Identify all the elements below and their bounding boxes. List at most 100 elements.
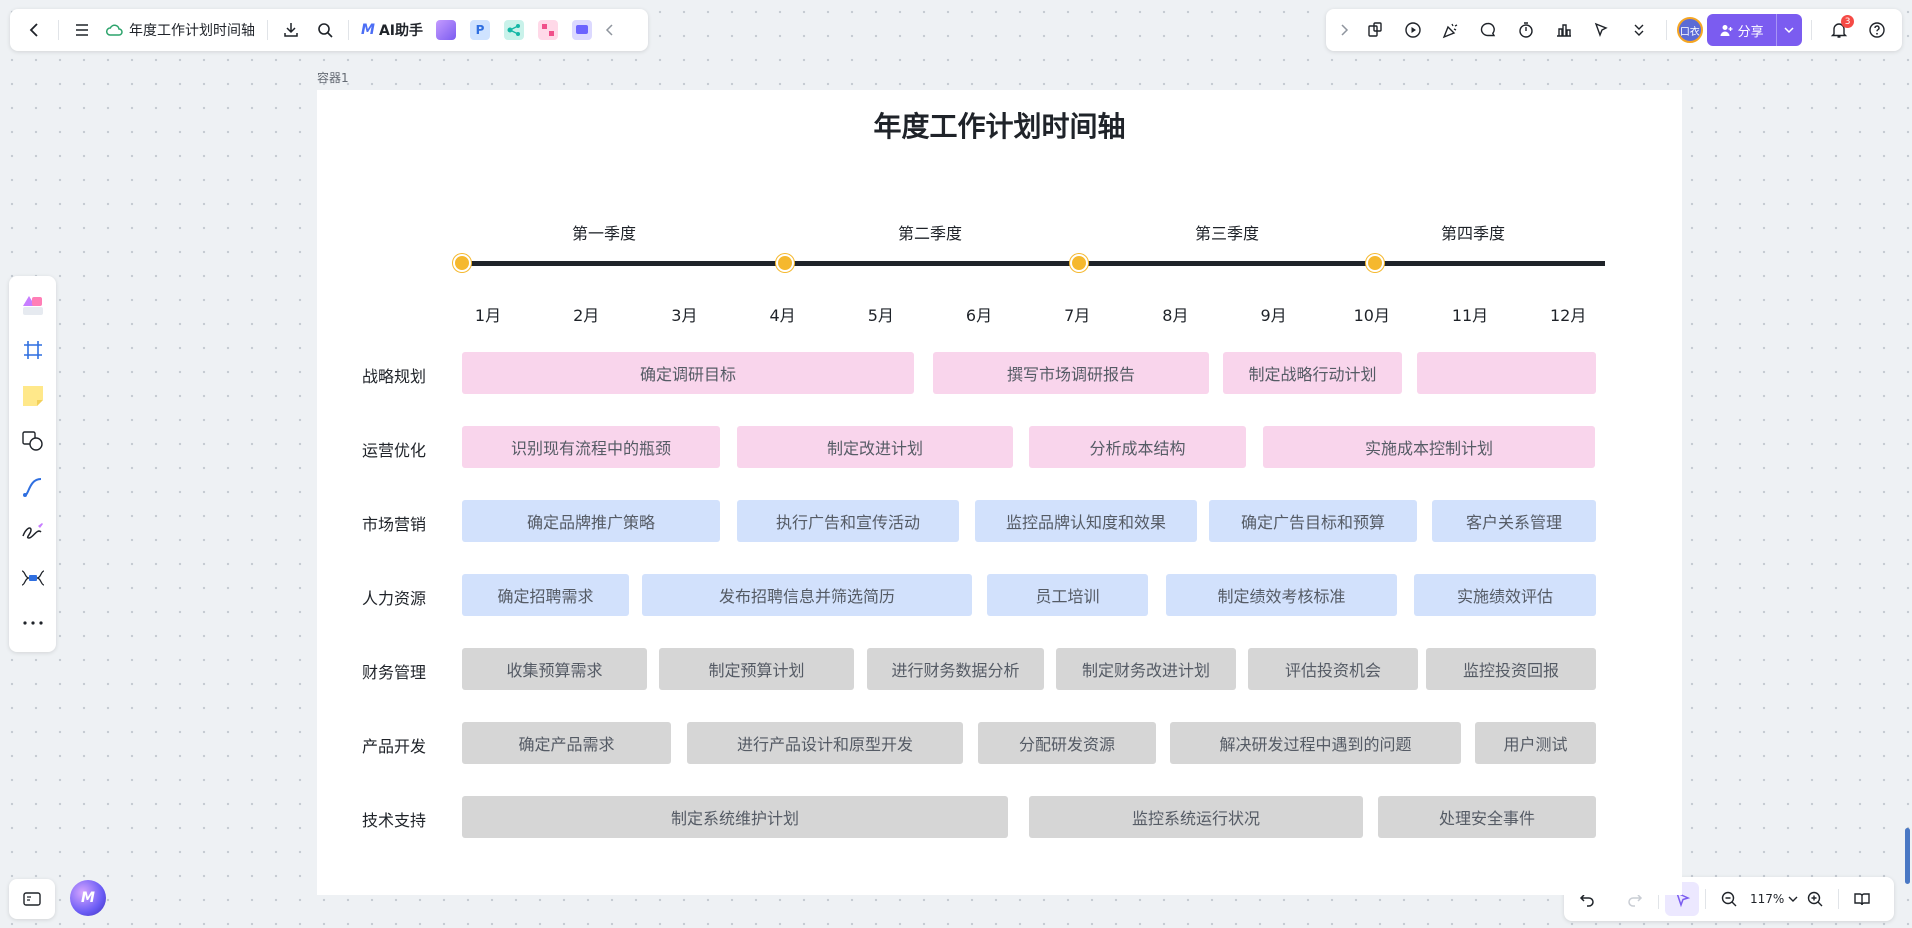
zoom-out-button[interactable] — [1712, 882, 1746, 916]
task-bar[interactable]: 员工培训 — [987, 574, 1148, 616]
task-bar[interactable]: 确定产品需求 — [462, 722, 671, 764]
month-label[interactable]: 8月 — [1162, 302, 1188, 326]
month-label[interactable]: 1月 — [475, 302, 501, 326]
row-label[interactable]: 产品开发 — [362, 733, 426, 757]
month-label[interactable]: 3月 — [671, 302, 697, 326]
task-bar[interactable]: 评估投资机会 — [1248, 648, 1418, 690]
task-bar[interactable]: 分配研发资源 — [978, 722, 1156, 764]
container-frame[interactable]: 年度工作计划时间轴 第一季度 第二季度 第三季度 第四季度 1月 2月 3月 4月 5月 6月 7月… — [317, 90, 1682, 895]
quarter-label[interactable]: 第二季度 — [898, 220, 962, 244]
row-label[interactable]: 技术支持 — [362, 807, 426, 831]
present-button[interactable] — [1396, 13, 1430, 47]
timer-button[interactable] — [1509, 13, 1543, 47]
flowchart-app-icon[interactable] — [537, 20, 558, 40]
task-bar[interactable]: 用户测试 — [1475, 722, 1596, 764]
task-bar[interactable]: 监控投资回报 — [1426, 648, 1596, 690]
shape-tool-button[interactable] — [14, 422, 52, 460]
help-button[interactable] — [1860, 13, 1894, 47]
expand-toolbar-button[interactable] — [1334, 13, 1354, 47]
minimap-button[interactable] — [15, 882, 49, 916]
more-tools-palette-button[interactable] — [14, 604, 52, 642]
sticky-note-button[interactable] — [14, 377, 52, 415]
celebrate-button[interactable] — [1433, 13, 1467, 47]
task-bar[interactable]: 监控品牌认知度和效果 — [975, 500, 1197, 542]
row-label[interactable]: 战略规划 — [362, 363, 426, 387]
connector-tool-button[interactable] — [14, 468, 52, 506]
collapse-toolbar-button[interactable] — [599, 13, 621, 47]
task-bar[interactable]: 执行广告和宣传活动 — [737, 500, 959, 542]
menu-button[interactable] — [65, 13, 99, 47]
task-bar[interactable]: 确定品牌推广策略 — [462, 500, 720, 542]
avatar[interactable]: 口衣 — [1676, 17, 1703, 43]
timeline-milestone-dot[interactable] — [1070, 254, 1088, 272]
mindmap-app-icon[interactable] — [503, 20, 524, 40]
quarter-label[interactable]: 第四季度 — [1441, 220, 1505, 244]
task-bar[interactable]: 制定系统维护计划 — [462, 796, 1008, 838]
month-label[interactable]: 4月 — [770, 302, 796, 326]
back-button[interactable] — [18, 13, 52, 47]
row-label[interactable]: 运营优化 — [362, 437, 426, 461]
comment-app-icon[interactable] — [571, 20, 592, 40]
timeline-milestone-dot[interactable] — [453, 254, 471, 272]
zoom-level[interactable]: 117% — [1746, 892, 1788, 906]
task-bar[interactable]: 制定预算计划 — [659, 648, 854, 690]
chevron-down-icon[interactable] — [1788, 895, 1798, 903]
shapes-library-button[interactable] — [14, 286, 52, 324]
month-label[interactable]: 5月 — [868, 302, 894, 326]
row-label[interactable]: 市场营销 — [362, 511, 426, 535]
mindmap-tool-button[interactable] — [14, 559, 52, 597]
ai-assistant-orb-button[interactable]: M — [70, 880, 106, 916]
month-label[interactable]: 6月 — [966, 302, 992, 326]
row-label[interactable]: 人力资源 — [362, 585, 426, 609]
month-label[interactable]: 7月 — [1064, 302, 1090, 326]
pen-tool-button[interactable] — [14, 513, 52, 551]
task-bar[interactable]: 监控系统运行状况 — [1029, 796, 1363, 838]
timeline-milestone-dot[interactable] — [1366, 254, 1384, 272]
task-bar[interactable]: 解决研发过程中遇到的问题 — [1170, 722, 1461, 764]
frame-tool-button[interactable] — [14, 331, 52, 369]
quarter-label[interactable]: 第三季度 — [1195, 220, 1259, 244]
ai-assistant-button[interactable]: M AI助手 — [355, 20, 429, 40]
task-bar[interactable]: 制定战略行动计划 — [1223, 352, 1402, 394]
parking-p-icon[interactable]: P — [469, 20, 490, 40]
share-main-button[interactable]: 分享 — [1707, 21, 1776, 40]
task-bar[interactable]: 分析成本结构 — [1029, 426, 1246, 468]
task-bar[interactable]: 确定招聘需求 — [462, 574, 629, 616]
reading-mode-button[interactable] — [1845, 882, 1879, 916]
notifications-button[interactable]: 3 — [1822, 13, 1856, 47]
task-bar[interactable]: 撰写市场调研报告 — [933, 352, 1209, 394]
container-label[interactable]: 容器1 — [317, 69, 349, 86]
row-label[interactable]: 财务管理 — [362, 659, 426, 683]
task-bar[interactable]: 发布招聘信息并筛选简历 — [642, 574, 972, 616]
page-title[interactable]: 年度工作计划时间轴 — [317, 105, 1682, 145]
task-bar[interactable]: 确定广告目标和预算 — [1209, 500, 1417, 542]
task-bar[interactable]: 制定绩效考核标准 — [1166, 574, 1397, 616]
month-label[interactable]: 10月 — [1354, 302, 1390, 326]
task-bar[interactable]: 客户关系管理 — [1432, 500, 1596, 542]
search-button[interactable] — [308, 13, 342, 47]
month-label[interactable]: 12月 — [1550, 302, 1586, 326]
task-bar[interactable] — [1417, 352, 1596, 394]
timeline-milestone-dot[interactable] — [776, 254, 794, 272]
month-label[interactable]: 2月 — [573, 302, 599, 326]
task-bar[interactable]: 实施绩效评估 — [1414, 574, 1596, 616]
month-label[interactable]: 9月 — [1261, 302, 1287, 326]
vote-button[interactable] — [1547, 13, 1581, 47]
scrollbar-handle[interactable] — [1905, 828, 1910, 884]
task-bar[interactable]: 进行财务数据分析 — [867, 648, 1044, 690]
follow-button[interactable] — [1584, 13, 1618, 47]
task-bar[interactable]: 识别现有流程中的瓶颈 — [462, 426, 720, 468]
month-label[interactable]: 11月 — [1452, 302, 1488, 326]
share-button[interactable]: 分享 — [1706, 14, 1802, 46]
ai-image-icon[interactable] — [435, 20, 456, 40]
timeline-axis[interactable] — [462, 261, 1605, 266]
task-bar[interactable]: 制定改进计划 — [737, 426, 1013, 468]
task-bar[interactable]: 实施成本控制计划 — [1263, 426, 1595, 468]
task-bar[interactable]: 收集预算需求 — [462, 648, 647, 690]
document-title[interactable]: 年度工作计划时间轴 — [99, 20, 261, 40]
task-bar[interactable]: 确定调研目标 — [462, 352, 914, 394]
task-bar[interactable]: 进行产品设计和原型开发 — [687, 722, 963, 764]
download-button[interactable] — [274, 13, 308, 47]
more-tools-button[interactable] — [1622, 13, 1656, 47]
task-bar[interactable]: 处理安全事件 — [1378, 796, 1596, 838]
